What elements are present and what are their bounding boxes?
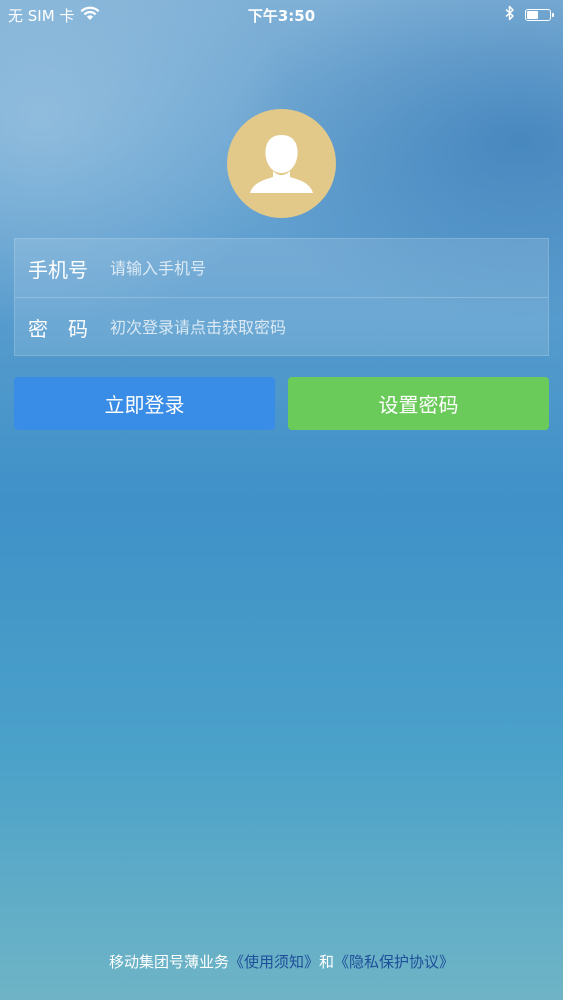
- status-time: 下午3:50: [247, 7, 316, 25]
- user-silhouette-icon: [227, 135, 336, 218]
- phone-input[interactable]: [98, 248, 548, 288]
- phone-label: 手机号: [28, 257, 88, 282]
- footer-agreement: 移动集团号薄业务《使用须知》和《隐私保护协议》: [0, 951, 563, 972]
- password-row: 密 码: [15, 298, 548, 356]
- status-bar: 无 SIM 卡 下午3:50: [0, 0, 563, 30]
- login-form: 手机号 密 码: [14, 238, 549, 356]
- password-label: 密 码: [28, 316, 88, 341]
- privacy-link[interactable]: 《隐私保护协议》: [334, 953, 454, 971]
- battery-icon: [525, 9, 554, 21]
- battery-tip: [552, 13, 554, 17]
- avatar: [227, 109, 336, 218]
- phone-row: 手机号: [15, 239, 548, 297]
- battery-level: [527, 11, 538, 19]
- bluetooth-icon: [505, 5, 515, 25]
- set-password-button[interactable]: 设置密码: [288, 377, 549, 430]
- status-right: [505, 5, 554, 25]
- password-input[interactable]: [98, 307, 548, 347]
- terms-link[interactable]: 《使用须知》: [229, 953, 319, 971]
- login-button[interactable]: 立即登录: [14, 377, 275, 430]
- footer-prefix: 移动集团号薄业务: [108, 953, 229, 971]
- footer-conjunction: 和: [319, 953, 335, 971]
